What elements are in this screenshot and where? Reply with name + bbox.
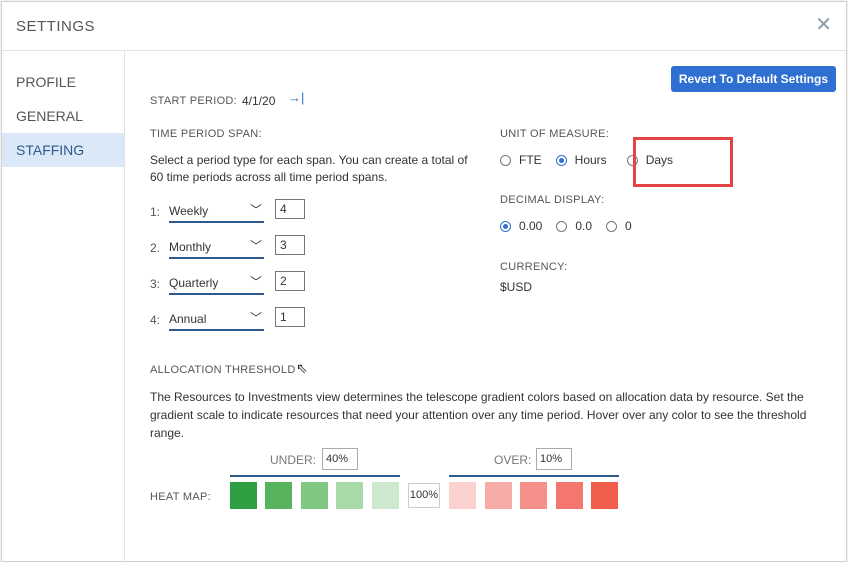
heat-map-center-value: 100% xyxy=(408,483,440,508)
chevron-down-icon: ﹀ xyxy=(249,311,262,325)
sidebar-item-general[interactable]: GENERAL xyxy=(2,99,124,133)
chevron-down-icon: ﹀ xyxy=(249,203,262,217)
chevron-down-icon: ﹀ xyxy=(249,239,262,253)
period-count-input[interactable]: 4 xyxy=(275,199,305,219)
under-threshold-input[interactable]: 40% xyxy=(322,448,358,470)
days-highlight-box xyxy=(633,137,733,187)
heat-swatch-under[interactable] xyxy=(265,482,292,509)
heat-swatch-under[interactable] xyxy=(336,482,363,509)
period-count-input[interactable]: 3 xyxy=(275,235,305,255)
radio-decimal-0[interactable]: 0 xyxy=(606,219,632,233)
staffing-panel: Revert To Default Settings START PERIOD:… xyxy=(124,50,846,561)
period-type-select[interactable]: Monthly ﹀ xyxy=(169,237,264,259)
under-range-line xyxy=(230,475,400,477)
settings-dialog: SETTINGS ✕ PROFILE GENERAL STAFFING Reve… xyxy=(1,1,847,562)
radio-circle xyxy=(555,154,567,166)
period-type-select[interactable]: Weekly ﹀ xyxy=(169,201,264,223)
period-type-value: Quarterly xyxy=(169,276,219,290)
currency-value: $USD xyxy=(500,280,533,294)
revert-default-button[interactable]: Revert To Default Settings xyxy=(670,66,836,92)
radio-circle xyxy=(500,154,511,166)
period-type-value: Monthly xyxy=(169,240,212,254)
radio-fte[interactable]: FTE xyxy=(500,153,542,167)
over-range-line xyxy=(449,475,619,477)
radio-label: 0 xyxy=(625,219,632,233)
period-type-select[interactable]: Quarterly ﹀ xyxy=(169,273,264,295)
allocation-threshold-label: ALLOCATION THRESHOLD xyxy=(150,364,296,376)
radio-circle xyxy=(500,220,511,232)
heat-swatch-over[interactable] xyxy=(520,482,547,509)
start-period-value[interactable]: 4/1/20 xyxy=(242,94,275,108)
heat-swatch-over[interactable] xyxy=(556,482,583,509)
over-threshold-input[interactable]: 10% xyxy=(536,448,572,470)
period-number: 4: xyxy=(150,313,161,327)
period-count-input[interactable]: 1 xyxy=(275,307,305,327)
unit-of-measure-label: UNIT OF MEASURE: xyxy=(500,128,610,140)
heat-swatch-over[interactable] xyxy=(449,482,476,509)
radio-label: 0.00 xyxy=(519,219,543,233)
radio-hours[interactable]: Hours xyxy=(555,153,607,167)
radio-label: FTE xyxy=(519,153,542,167)
close-icon[interactable]: ✕ xyxy=(815,15,832,35)
sidebar-item-staffing[interactable]: STAFFING xyxy=(2,133,124,167)
radio-circle xyxy=(606,220,618,232)
period-type-value: Weekly xyxy=(169,204,209,218)
chevron-down-icon: ﹀ xyxy=(249,275,262,289)
currency-label: CURRENCY: xyxy=(500,261,568,273)
period-type-value: Annual xyxy=(169,312,207,326)
title-bar: SETTINGS ✕ xyxy=(2,2,846,51)
decimal-display-label: DECIMAL DISPLAY: xyxy=(500,194,605,206)
mouse-pointer-icon: ⇖ xyxy=(296,360,308,376)
radio-label: 0.0 xyxy=(575,219,593,233)
period-number: 2. xyxy=(150,241,161,255)
time-period-span-description: Select a period type for each span. You … xyxy=(150,153,468,184)
period-number: 3: xyxy=(150,277,161,291)
radio-decimal-1[interactable]: 0.0 xyxy=(556,219,592,233)
time-period-span-label: TIME PERIOD SPAN: xyxy=(150,128,262,140)
radio-circle xyxy=(556,220,568,232)
decimal-display-group: 0.00 0.0 0 xyxy=(500,219,646,233)
over-label: OVER: xyxy=(494,453,532,467)
arrow-right-bar-icon[interactable]: →| xyxy=(288,90,304,105)
period-count-input[interactable]: 2 xyxy=(275,271,305,291)
heat-swatch-under[interactable] xyxy=(301,482,328,509)
radio-label: Hours xyxy=(574,153,607,167)
allocation-description: The Resources to Investments view determ… xyxy=(150,390,807,440)
dialog-title: SETTINGS xyxy=(16,18,96,35)
period-type-select[interactable]: Annual ﹀ xyxy=(169,309,264,331)
heat-map-label: HEAT MAP: xyxy=(150,491,211,503)
sidebar-item-profile[interactable]: PROFILE xyxy=(2,65,124,99)
sidebar: PROFILE GENERAL STAFFING xyxy=(2,50,125,561)
heat-swatch-over[interactable] xyxy=(485,482,512,509)
start-period-label: START PERIOD: xyxy=(150,95,238,107)
heat-swatch-under[interactable] xyxy=(230,482,257,509)
under-label: UNDER: xyxy=(270,453,317,467)
heat-swatch-over[interactable] xyxy=(591,482,618,509)
radio-decimal-2[interactable]: 0.00 xyxy=(500,219,542,233)
heat-swatch-under[interactable] xyxy=(372,482,399,509)
period-number: 1: xyxy=(150,205,161,219)
